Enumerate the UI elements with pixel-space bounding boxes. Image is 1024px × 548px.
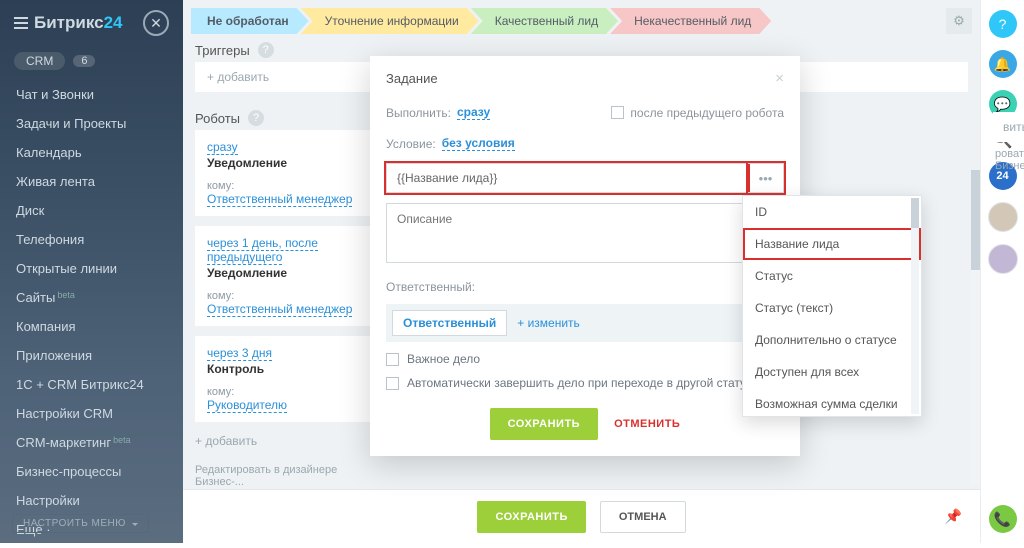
run-label: Выполнить: bbox=[386, 106, 451, 120]
responsible-value[interactable]: Ответственный bbox=[392, 310, 507, 336]
robot-title: Уведомление bbox=[207, 156, 363, 170]
robots-column: сразу Уведомление кому: Ответственный ме… bbox=[195, 130, 375, 492]
dropdown-item[interactable]: Название лида bbox=[743, 228, 921, 260]
robot-title: Контроль bbox=[207, 362, 363, 376]
notifications-icon[interactable]: 🔔 bbox=[989, 50, 1017, 78]
sidebar-item[interactable]: CRM-маркетингbeta bbox=[0, 428, 183, 457]
call-icon[interactable]: 📞 bbox=[989, 505, 1017, 533]
pin-icon[interactable]: 📌 bbox=[945, 508, 962, 525]
sidebar-close-icon[interactable]: ✕ bbox=[143, 10, 169, 36]
bottom-action-bar: СОХРАНИТЬ ОТМЕНА 📌 bbox=[183, 489, 980, 543]
description-textarea[interactable] bbox=[386, 203, 784, 263]
logo-text: Битрикс bbox=[34, 13, 104, 32]
help-bubble-icon[interactable]: ? bbox=[989, 10, 1017, 38]
dropdown-item[interactable]: Статус bbox=[743, 260, 921, 292]
dropdown-item[interactable]: Возможная сумма сделки bbox=[743, 388, 921, 417]
modal-cancel-button[interactable]: ОТМЕНИТЬ bbox=[614, 418, 680, 430]
dropdown-item[interactable]: Дополнительно о статусе bbox=[743, 324, 921, 356]
condition-link[interactable]: без условия bbox=[442, 136, 515, 151]
robot-to-link[interactable]: Руководителю bbox=[207, 398, 287, 413]
robot-to-label: кому: bbox=[207, 180, 363, 192]
crm-pill[interactable]: CRM bbox=[14, 52, 65, 70]
left-sidebar: Битрикс24 ✕ CRM 6 Чат и ЗвонкиЗадачи и П… bbox=[0, 0, 183, 543]
robot-to-label: кому: bbox=[207, 386, 363, 398]
page-save-button[interactable]: СОХРАНИТЬ bbox=[477, 501, 585, 533]
robot-card[interactable]: сразу Уведомление кому: Ответственный ме… bbox=[195, 130, 375, 216]
sidebar-item[interactable]: Календарь bbox=[0, 138, 183, 167]
add-robot-button[interactable]: + добавить bbox=[195, 432, 375, 450]
designer-note: Редактировать в дизайнере Бизнес-... bbox=[195, 460, 375, 492]
sidebar-item[interactable]: Настройки bbox=[0, 486, 183, 515]
sidebar-item[interactable]: Диск bbox=[0, 196, 183, 225]
field-picker-button[interactable]: ••• bbox=[748, 163, 784, 193]
sidebar-item[interactable]: Компания bbox=[0, 312, 183, 341]
auto-complete-label: Автоматически завершить дело при переход… bbox=[407, 376, 752, 390]
important-checkbox[interactable] bbox=[386, 353, 399, 366]
sidebar-item[interactable]: Сайтыbeta bbox=[0, 283, 183, 312]
right-rail: ? 🔔 💬 🔍 24 📞 bbox=[980, 0, 1024, 543]
crm-count-badge: 6 bbox=[73, 55, 95, 67]
help-icon[interactable]: ? bbox=[248, 110, 264, 126]
right-column-partial: вить ровать в дизайнере Бизнес-... bbox=[993, 112, 1024, 172]
robots-label: Роботы bbox=[195, 111, 240, 126]
robot-to-link[interactable]: Ответственный менеджер bbox=[207, 302, 352, 317]
important-label: Важное дело bbox=[407, 352, 480, 366]
sidebar-item[interactable]: Телефония bbox=[0, 225, 183, 254]
stage-settings-icon[interactable]: ⚙ bbox=[946, 8, 972, 34]
dropdown-item[interactable]: Доступен для всех bbox=[743, 356, 921, 388]
robot-to-link[interactable]: Ответственный менеджер bbox=[207, 192, 352, 207]
modal-title: Задание bbox=[386, 71, 438, 86]
beta-badge: beta bbox=[57, 290, 75, 300]
condition-label: Условие: bbox=[386, 137, 436, 151]
app-logo: Битрикс24 bbox=[34, 13, 123, 33]
triggers-label: Триггеры bbox=[195, 43, 250, 58]
modal-save-button[interactable]: СОХРАНИТЬ bbox=[490, 408, 598, 440]
logo-number: 24 bbox=[104, 13, 123, 32]
sidebar-item[interactable]: 1С + CRM Битрикс24 bbox=[0, 370, 183, 399]
field-dropdown: IDНазвание лидаСтатусСтатус (текст)Допол… bbox=[742, 195, 922, 417]
robot-to-label: кому: bbox=[207, 290, 363, 302]
add-partial[interactable]: вить bbox=[993, 112, 1024, 142]
sidebar-item[interactable]: Задачи и Проекты bbox=[0, 109, 183, 138]
main-scrollbar[interactable] bbox=[971, 170, 980, 485]
sidebar-item[interactable]: Настройки CRM bbox=[0, 399, 183, 428]
user-avatar[interactable] bbox=[988, 244, 1018, 274]
dropdown-scrollbar[interactable] bbox=[911, 198, 919, 414]
sidebar-item[interactable]: Чат и Звонки bbox=[0, 80, 183, 109]
help-icon[interactable]: ? bbox=[258, 42, 274, 58]
stage-clarify[interactable]: Уточнение информации bbox=[301, 8, 479, 34]
sidebar-item[interactable]: Открытые линии bbox=[0, 254, 183, 283]
robot-card[interactable]: через 3 дня Контроль кому: Руководителю bbox=[195, 336, 375, 422]
designer-note-partial: ровать в дизайнере Бизнес-... bbox=[993, 142, 1024, 172]
responsible-change-link[interactable]: + изменить bbox=[517, 316, 580, 330]
modal-close-icon[interactable]: × bbox=[775, 70, 784, 87]
robot-when[interactable]: через 1 день, после предыдущего bbox=[207, 236, 318, 265]
robot-card[interactable]: через 1 день, после предыдущего Уведомле… bbox=[195, 226, 375, 326]
stage-low-quality[interactable]: Некачественный лид bbox=[610, 8, 771, 34]
dropdown-item[interactable]: Статус (текст) bbox=[743, 292, 921, 324]
beta-badge: beta bbox=[113, 435, 131, 445]
page-cancel-button[interactable]: ОТМЕНА bbox=[600, 501, 686, 533]
sidebar-item[interactable]: Бизнес-процессы bbox=[0, 457, 183, 486]
stage-strip: Не обработан Уточнение информации Качест… bbox=[183, 0, 980, 34]
stage-not-processed[interactable]: Не обработан bbox=[191, 8, 309, 34]
user-avatar[interactable] bbox=[988, 202, 1018, 232]
stage-quality[interactable]: Качественный лид bbox=[471, 8, 618, 34]
robot-when[interactable]: сразу bbox=[207, 140, 238, 155]
task-modal: Задание × Выполнить: сразу после предыду… bbox=[370, 56, 800, 456]
sidebar-item[interactable]: Живая лента bbox=[0, 167, 183, 196]
run-link[interactable]: сразу bbox=[457, 105, 490, 120]
robot-when[interactable]: через 3 дня bbox=[207, 346, 272, 361]
robot-title: Уведомление bbox=[207, 266, 363, 280]
responsible-label: Ответственный: bbox=[386, 280, 784, 294]
customize-menu-button[interactable]: НАСТРОИТЬ МЕНЮ bbox=[12, 514, 149, 533]
after-prev-checkbox[interactable] bbox=[611, 106, 624, 119]
menu-burger-icon[interactable] bbox=[14, 17, 28, 29]
sidebar-item[interactable]: Приложения bbox=[0, 341, 183, 370]
auto-complete-checkbox[interactable] bbox=[386, 377, 399, 390]
lead-name-input[interactable] bbox=[386, 163, 748, 193]
after-prev-label: после предыдущего робота bbox=[630, 106, 784, 120]
dropdown-item[interactable]: ID bbox=[743, 196, 921, 228]
